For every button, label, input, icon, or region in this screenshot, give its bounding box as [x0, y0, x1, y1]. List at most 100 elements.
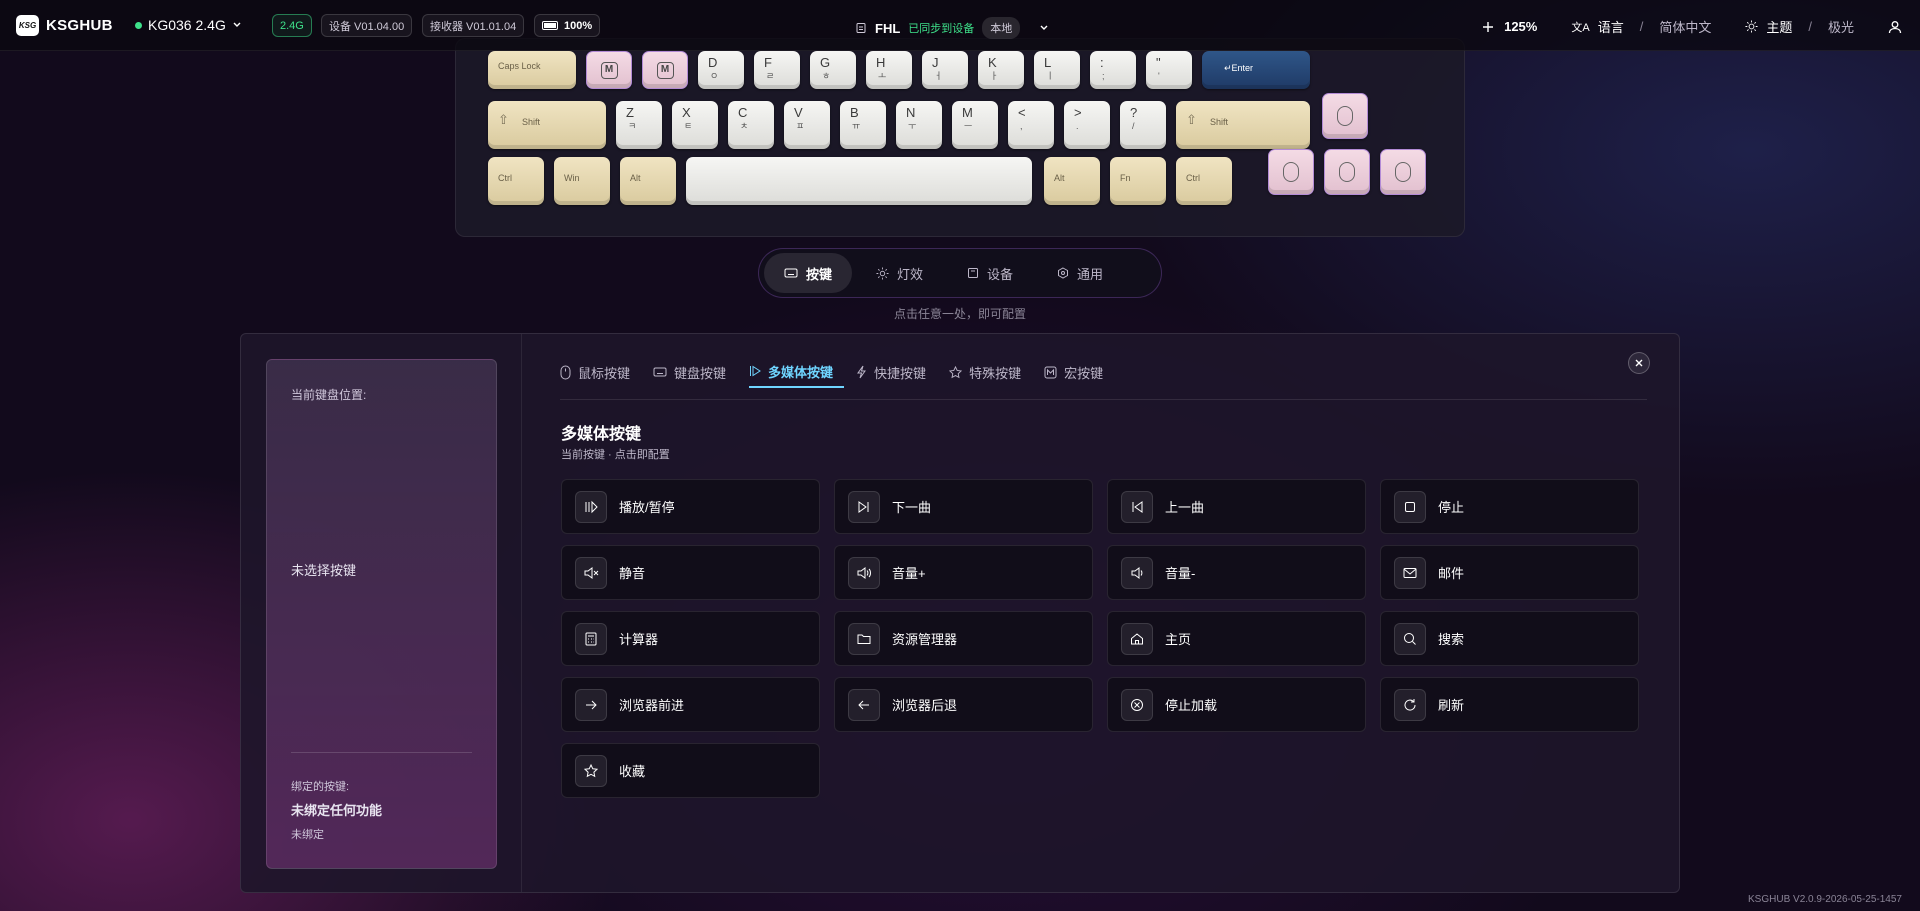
keyboard-key[interactable]: Shift ⇧ — [488, 101, 606, 149]
media-key-button[interactable]: 浏览器后退 — [834, 677, 1093, 732]
media-key-button[interactable]: 停止加载 — [1107, 677, 1366, 732]
media-key-button[interactable]: 停止 — [1380, 479, 1639, 534]
media-key-button[interactable]: 静音 — [561, 545, 820, 600]
main-nav: 按键 灯效 设备 通用 — [758, 248, 1162, 298]
nav-tab-keys[interactable]: 按键 — [764, 253, 853, 293]
nav-tab-general[interactable]: 通用 — [1037, 253, 1123, 293]
no-selection-text: 未选择按键 — [291, 563, 357, 578]
media-key-button[interactable]: 搜索 — [1380, 611, 1639, 666]
media-key-button[interactable]: 浏览器前进 — [561, 677, 820, 732]
media-key-label: 停止加载 — [1165, 698, 1218, 713]
media-key-button[interactable]: 下一曲 — [834, 479, 1093, 534]
keyboard-key[interactable]: ? / — [1120, 101, 1166, 149]
media-key-label: 收藏 — [619, 764, 646, 779]
media-key-button[interactable]: 刷新 — [1380, 677, 1639, 732]
user-icon[interactable] — [1888, 20, 1902, 34]
close-panel-button[interactable] — [1628, 352, 1650, 374]
prev-track-icon — [1132, 500, 1143, 513]
key-label: F — [764, 55, 772, 70]
media-key-button[interactable]: 上一曲 — [1107, 479, 1366, 534]
theme-menu[interactable]: 主题 / 极光 — [1745, 17, 1854, 36]
keyboard-key[interactable]: Fn — [1110, 157, 1166, 205]
language-value: 简体中文 — [1659, 20, 1712, 35]
keyboard-key[interactable]: Caps Lock — [488, 51, 576, 89]
keyboard-key[interactable]: <, — [1008, 101, 1054, 149]
nav-tab-device[interactable]: 设备 — [947, 253, 1033, 293]
device-selector[interactable]: KG036 2.4G — [135, 17, 242, 33]
mouse-key[interactable] — [1322, 93, 1368, 139]
keyboard-icon — [653, 367, 667, 377]
media-key-button[interactable]: 播放/暂停 — [561, 479, 820, 534]
keyboard-key[interactable]: M — [642, 51, 688, 89]
keyboard-key[interactable]: Jㅓ — [922, 51, 968, 89]
keyboard-key[interactable]: >. — [1064, 101, 1110, 149]
arrow-right-icon — [575, 688, 607, 721]
keyboard-key[interactable]: Mㅡ — [952, 101, 998, 149]
zoom-control[interactable]: 125% — [1482, 19, 1537, 34]
tab-mouse-keys-label: 鼠标按键 — [578, 365, 631, 381]
keyboard-key[interactable]: Bㅠ — [840, 101, 886, 149]
keyboard-key[interactable]: ↵Enter — [1202, 51, 1310, 89]
keyboard-key[interactable]: Fㄹ — [754, 51, 800, 89]
keyboard-key[interactable]: Alt — [620, 157, 676, 205]
keyboard-key[interactable]: Dㅇ — [698, 51, 744, 89]
star-icon — [949, 365, 963, 378]
media-key-button[interactable]: 计算器 — [561, 611, 820, 666]
tab-keyboard-keys[interactable]: 键盘按键 — [653, 356, 737, 388]
keyboard-key[interactable]: M — [586, 51, 632, 89]
key-label: Z — [626, 105, 634, 120]
keyboard-key[interactable]: Gㅎ — [810, 51, 856, 89]
media-key-button[interactable]: 主页 — [1107, 611, 1366, 666]
keyboard-key[interactable] — [686, 157, 1032, 205]
folder-icon — [857, 634, 871, 644]
arrow-right-icon — [586, 700, 597, 709]
media-key-button[interactable]: 资源管理器 — [834, 611, 1093, 666]
keyboard-key[interactable]: Nㅜ — [896, 101, 942, 149]
language-menu[interactable]: 文A 语言 / 简体中文 — [1571, 17, 1711, 36]
key-label: K — [988, 55, 997, 70]
tab-mouse-keys[interactable]: 鼠标按键 — [560, 356, 641, 388]
keyboard-key[interactable]: Kㅏ — [978, 51, 1024, 89]
keyboard-key[interactable]: " ' — [1146, 51, 1192, 89]
key-label: Ctrl — [498, 173, 512, 183]
key-label: " — [1156, 55, 1161, 70]
media-key-label: 音量+ — [892, 566, 926, 581]
mouse-key[interactable] — [1324, 149, 1370, 195]
keyboard-key[interactable]: Win — [554, 157, 610, 205]
calculator-icon — [585, 632, 597, 645]
mouse-key[interactable] — [1268, 149, 1314, 195]
tab-media-keys[interactable]: 多媒体按键 — [749, 356, 845, 388]
bound-status: 未绑定 — [291, 829, 324, 841]
media-key-grid: 播放/暂停 下一曲 上一曲 停止静音 音量+ 音量- 邮件计算器 资源管理器 主页 搜索浏览器前进… — [561, 479, 1641, 798]
keyboard-key[interactable]: Xㅌ — [672, 101, 718, 149]
key-sublabel: ㅡ — [964, 120, 973, 131]
media-key-button[interactable]: 收藏 — [561, 743, 820, 798]
config-hint: 点击任意一处，即可配置 — [893, 307, 1026, 321]
arrow-left-icon — [858, 700, 869, 709]
mute-icon — [575, 556, 607, 589]
keyboard-key[interactable]: :; — [1090, 51, 1136, 89]
chevron-down-icon — [233, 22, 241, 27]
keyboard-key[interactable]: Cㅊ — [728, 101, 774, 149]
keyboard-key[interactable]: Ctrl — [1176, 157, 1232, 205]
keyboard-key[interactable]: Zㅋ — [616, 101, 662, 149]
keyboard-key[interactable]: Hㅗ — [866, 51, 912, 89]
keyboard-key[interactable]: Lㅣ — [1034, 51, 1080, 89]
media-key-button[interactable]: 音量- — [1107, 545, 1366, 600]
keyboard-key[interactable]: Shift ⇧ — [1176, 101, 1310, 149]
media-key-button[interactable]: 音量+ — [834, 545, 1093, 600]
keyboard-key[interactable]: Alt — [1044, 157, 1100, 205]
media-key-label: 刷新 — [1438, 698, 1465, 713]
media-key-label: 上一曲 — [1165, 500, 1205, 515]
next-track-icon — [858, 500, 869, 513]
mouse-key[interactable] — [1380, 149, 1426, 195]
profile-status[interactable]: FHL 已同步到设备 本地 — [855, 17, 1050, 39]
translate-icon: 文A — [1571, 21, 1590, 34]
tab-shortcut-keys[interactable]: 快捷按键 — [856, 356, 937, 388]
nav-tab-lighting[interactable]: 灯效 — [856, 253, 943, 293]
tab-special-keys[interactable]: 特殊按键 — [949, 356, 1032, 388]
keyboard-key[interactable]: Vㅍ — [784, 101, 830, 149]
media-key-button[interactable]: 邮件 — [1380, 545, 1639, 600]
keyboard-key[interactable]: Ctrl — [488, 157, 544, 205]
tab-macro-keys[interactable]: 宏按键 — [1044, 356, 1114, 388]
